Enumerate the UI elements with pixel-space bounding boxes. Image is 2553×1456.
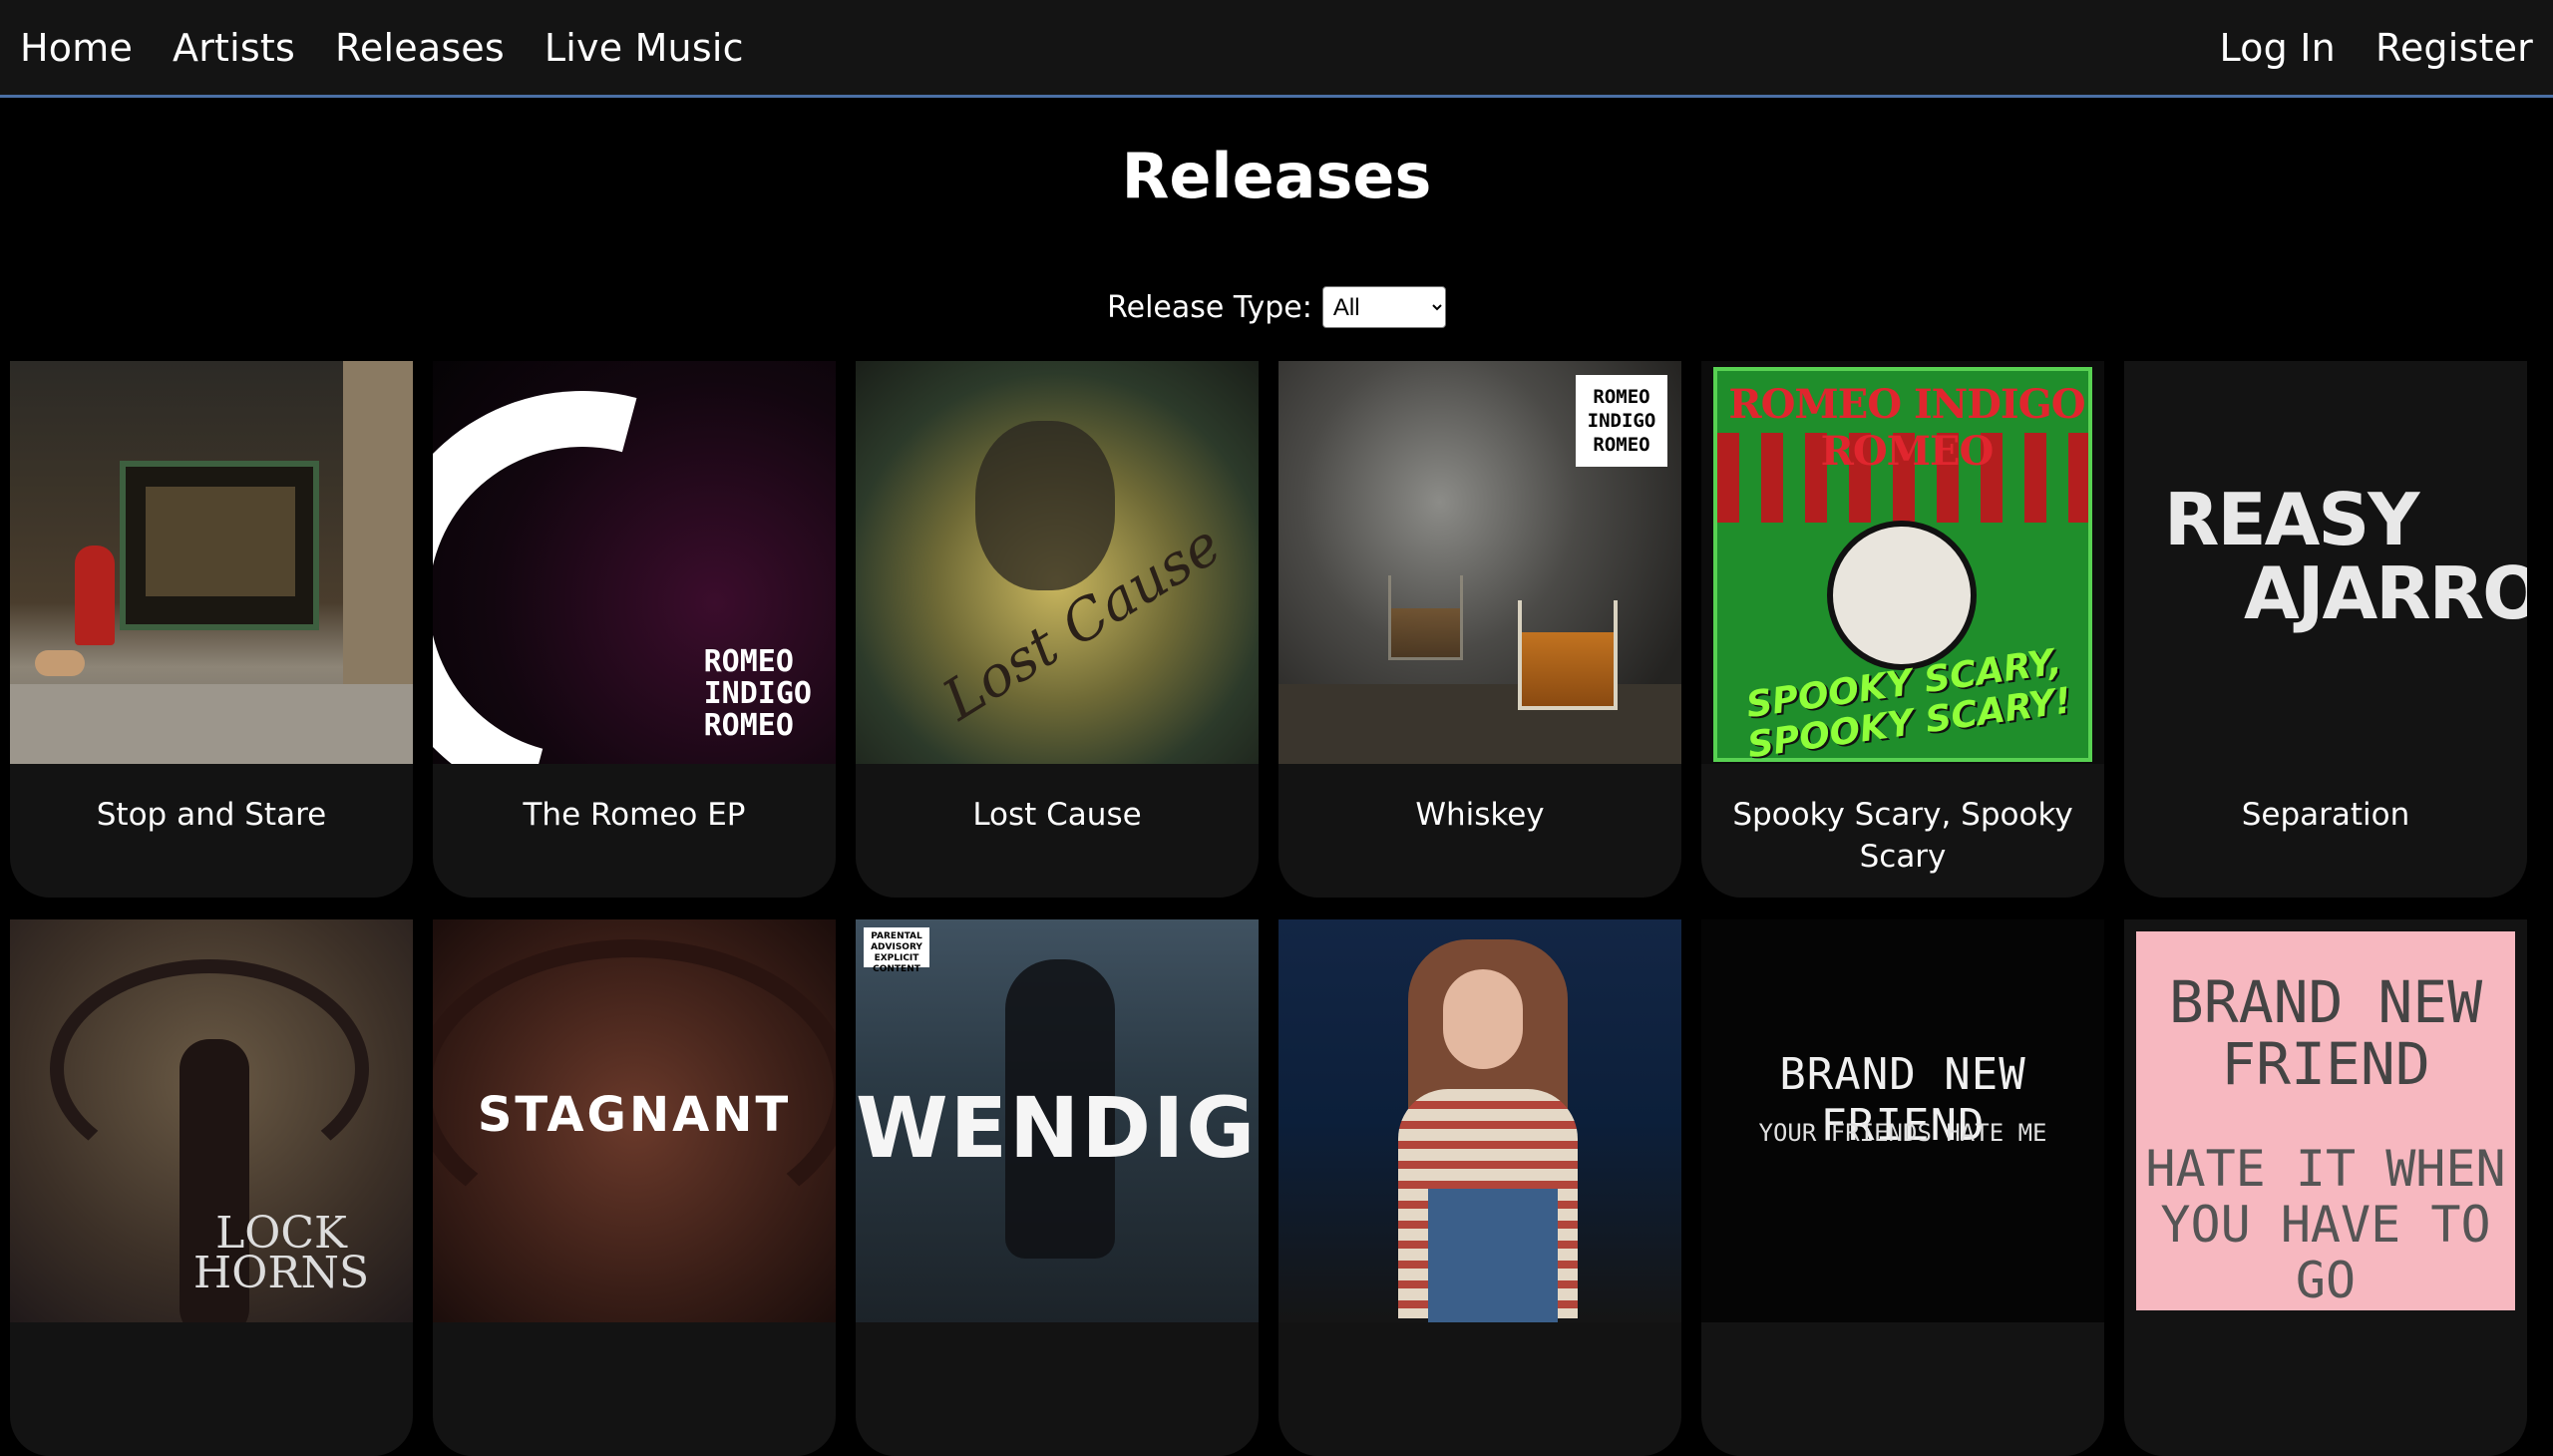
cover-line-1: REASY [2164,478,2419,561]
release-title: Separation [2241,797,2410,833]
release-cover-image: STAGNANT [433,919,836,1322]
release-card[interactable]: ROMEO INDIGO ROMEO The Romeo EP [433,361,836,898]
cover-text: ROMEO INDIGO ROMEO [1576,375,1667,467]
release-card[interactable]: STAGNANT [433,919,836,1456]
top-nav: Home Artists Releases Live Music Log In … [0,0,2553,98]
release-card[interactable] [1278,919,1681,1456]
release-title: Whiskey [1415,797,1545,833]
release-title: Lost Cause [972,797,1142,833]
release-cover-image: ROMEO INDIGO ROMEO [433,361,836,764]
release-card[interactable]: LOCK HORNS [10,919,413,1456]
release-cover-image: REASY AJARRO [2124,361,2527,764]
releases-grid: Stop and Stare ROMEO INDIGO ROMEO The Ro… [10,361,2543,1456]
release-cover-image [1278,919,1681,1322]
nav-home-link[interactable]: Home [20,26,133,70]
release-card[interactable]: PARENTAL ADVISORY EXPLICIT CONTENT WENDI… [856,919,1259,1456]
release-card[interactable]: ROMEO INDIGO ROMEO SPOOKY SCARY, SPOOKY … [1701,361,2104,898]
release-title: The Romeo EP [523,797,746,833]
page-title: Releases [1121,140,1432,212]
release-card[interactable]: REASY AJARRO Separation [2124,361,2527,898]
release-cover-image: PARENTAL ADVISORY EXPLICIT CONTENT WENDI… [856,919,1259,1322]
release-title [856,1322,1259,1456]
release-title [10,1322,413,1456]
nav-left: Home Artists Releases Live Music [20,26,744,70]
cover-line-2: HATE IT WHEN YOU HAVE TO GO [2145,1140,2506,1309]
release-cover-image: LOCK HORNS [10,919,413,1322]
release-title: Spooky Scary, Spooky Scary [1732,797,2073,875]
cover-line-2: AJARRO [2244,551,2527,635]
cover-text: WENDIGO [856,1079,1259,1177]
cover-line-1: BRAND NEW FRIEND [2168,968,2483,1098]
release-cover-image: Lost Cause [856,361,1259,764]
release-title [2124,1322,2527,1456]
release-cover-image: ROMEO INDIGO ROMEO [1278,361,1681,764]
release-cover-image: BRAND NEW FRIEND YOUR FRIENDS HATE ME [1701,919,2104,1322]
nav-right: Log In Register [2219,26,2533,70]
release-title: Stop and Stare [96,797,327,833]
cover-text: ROMEO INDIGO ROMEO [703,644,812,743]
cover-header: ROMEO INDIGO ROMEO [1728,381,2085,475]
release-type-label: Release Type: [1107,289,1312,325]
cover-line-2: YOUR FRIENDS HATE ME [1758,1119,2047,1147]
release-card[interactable]: ROMEO INDIGO ROMEO Whiskey [1278,361,1681,898]
release-title [1701,1322,2104,1456]
release-cover-image [10,361,413,764]
cover-text: STAGNANT [477,1087,792,1143]
release-card[interactable]: BRAND NEW FRIEND HATE IT WHEN YOU HAVE T… [2124,919,2527,1456]
nav-live-music-link[interactable]: Live Music [545,26,744,70]
release-card[interactable]: Stop and Stare [10,361,413,898]
release-type-select[interactable]: All [1321,286,1446,328]
release-cover-image: ROMEO INDIGO ROMEO SPOOKY SCARY, SPOOKY … [1701,361,2104,764]
release-cover-image: BRAND NEW FRIEND HATE IT WHEN YOU HAVE T… [2124,919,2527,1322]
nav-releases-link[interactable]: Releases [335,26,505,70]
nav-register-link[interactable]: Register [2375,26,2533,70]
nav-artists-link[interactable]: Artists [173,26,295,70]
cover-text: LOCK HORNS [192,1208,370,1298]
nav-login-link[interactable]: Log In [2219,26,2335,70]
release-title [1278,1322,1681,1456]
release-title [433,1322,836,1456]
release-type-filter: Release Type: All [0,286,2553,328]
release-card[interactable]: BRAND NEW FRIEND YOUR FRIENDS HATE ME [1701,919,2104,1456]
parental-advisory-label: PARENTAL ADVISORY EXPLICIT CONTENT [864,927,929,974]
release-card[interactable]: Lost Cause Lost Cause [856,361,1259,898]
